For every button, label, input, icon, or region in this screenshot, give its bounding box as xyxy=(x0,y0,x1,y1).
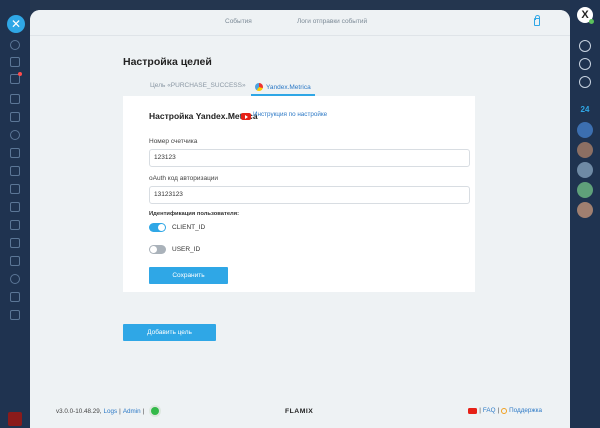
chart-icon[interactable] xyxy=(10,148,20,158)
avatar[interactable] xyxy=(577,182,593,198)
client-id-toggle[interactable] xyxy=(149,223,166,232)
page-title: Настройка целей xyxy=(123,56,212,68)
right-sidebar: X 24 xyxy=(570,0,600,428)
add-goal-button[interactable]: Добавить цель xyxy=(123,324,216,341)
admin-link[interactable]: Admin xyxy=(123,408,141,415)
oauth-input[interactable]: 13123123 xyxy=(149,186,470,204)
main-panel: События Логи отправки событий Настройка … xyxy=(30,10,570,428)
globe-icon[interactable] xyxy=(579,76,591,88)
metrica-icon xyxy=(255,83,263,91)
bell-icon[interactable] xyxy=(579,40,591,52)
tasks-icon[interactable] xyxy=(10,57,20,67)
counter-input[interactable]: 123123 xyxy=(149,149,470,167)
tab-event-logs[interactable]: Логи отправки событий xyxy=(297,18,367,25)
apps-icon[interactable] xyxy=(10,292,20,302)
tab-events[interactable]: События xyxy=(225,18,252,25)
calendar-day[interactable]: 24 xyxy=(578,103,592,117)
user-id-toggle[interactable] xyxy=(149,245,166,254)
message-icon[interactable] xyxy=(10,184,20,194)
lock-icon[interactable] xyxy=(534,15,540,26)
avatar[interactable] xyxy=(577,162,593,178)
settings-card: Настройка Yandex.Metrica Инструкция по н… xyxy=(123,96,475,292)
footer-right: | FAQ | Поддержка xyxy=(468,407,542,414)
client-id-label: CLIENT_ID xyxy=(172,224,206,231)
gear-icon xyxy=(501,407,508,414)
avatar[interactable] xyxy=(577,122,593,138)
flamix-logo: FLAMIX xyxy=(285,408,314,415)
tab-goal[interactable]: Цель «PURCHASE_SUCCESS» xyxy=(150,82,246,89)
search-icon[interactable] xyxy=(579,58,591,70)
store-icon[interactable] xyxy=(10,202,20,212)
online-status-dot xyxy=(589,19,594,24)
separator: | xyxy=(479,407,481,414)
crm-icon[interactable] xyxy=(10,112,20,122)
save-button[interactable]: Сохранить xyxy=(149,267,228,284)
separator: | xyxy=(497,407,500,414)
oauth-label: oAuth код авторизации xyxy=(149,175,219,182)
target-icon[interactable] xyxy=(10,130,20,140)
avatar[interactable] xyxy=(577,202,593,218)
separator: | xyxy=(119,407,121,415)
status-ok-icon xyxy=(151,407,160,415)
instruction-link[interactable]: Инструкция по настройке xyxy=(253,111,327,118)
footer: v3.0.0-10.48.29, Logs | Admin | FLAMIX |… xyxy=(30,403,570,428)
docs-icon[interactable] xyxy=(10,220,20,230)
close-icon[interactable]: ✕ xyxy=(7,15,25,33)
youtube-icon[interactable] xyxy=(241,113,251,120)
mail-icon[interactable] xyxy=(10,166,20,176)
code-icon[interactable] xyxy=(10,238,20,248)
chat-icon[interactable] xyxy=(10,40,20,50)
calendar-icon[interactable] xyxy=(10,94,20,104)
support-link[interactable]: Поддержка xyxy=(509,407,542,414)
faq-link[interactable]: FAQ xyxy=(483,407,496,414)
cart-icon[interactable] xyxy=(10,256,20,266)
notification-dot xyxy=(18,72,22,76)
youtube-icon[interactable] xyxy=(468,407,478,414)
separator: | xyxy=(142,407,145,415)
left-sidebar: ✕ xyxy=(0,0,30,428)
footer-left: v3.0.0-10.48.29, Logs | Admin | xyxy=(56,407,160,415)
tab-yandex-metrica-label: Yandex.Metrica xyxy=(266,83,311,91)
counter-label: Номер счетчика xyxy=(149,138,198,145)
top-tabs: События Логи отправки событий xyxy=(30,10,570,36)
flamix-app-icon[interactable] xyxy=(8,412,22,426)
identification-label: Идентификация пользователя: xyxy=(149,211,240,217)
more-icon[interactable] xyxy=(10,310,20,320)
user-id-label: USER_ID xyxy=(172,246,201,253)
subtabs: Цель «PURCHASE_SUCCESS» Yandex.Metrica xyxy=(123,80,475,96)
avatar[interactable] xyxy=(577,142,593,158)
tab-yandex-metrica[interactable]: Yandex.Metrica xyxy=(251,80,315,96)
version-text: v3.0.0-10.48.29, xyxy=(56,407,102,415)
user-icon[interactable] xyxy=(10,274,20,284)
logs-link[interactable]: Logs xyxy=(104,408,118,415)
